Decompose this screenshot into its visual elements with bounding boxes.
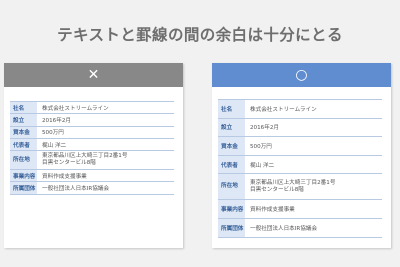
row-value: 一般社団法人日本IR協議会 xyxy=(37,181,174,195)
row-label: 代表者 xyxy=(218,155,245,175)
row-value: 梶山 洋二 xyxy=(245,155,382,175)
company-info-table-bad: 社名 株式会社ストリームライン 設立 2016年2月 資本金 500万円 代表者… xyxy=(10,100,174,195)
good-example-panel: ○ 社名 株式会社ストリームライン 設立 2016年2月 資本金 500万円 代… xyxy=(212,63,391,248)
table-row: 設立 2016年2月 xyxy=(218,118,382,138)
row-value: 資料作成支援事業 xyxy=(37,169,174,183)
row-value: 500万円 xyxy=(245,136,382,156)
table-row: 資本金 500万円 xyxy=(218,136,382,156)
row-label: 資本金 xyxy=(10,126,37,139)
table-row: 所属団体 一般社団法人日本IR協議会 xyxy=(218,218,382,238)
company-info-table-good: 社名 株式会社ストリームライン 設立 2016年2月 資本金 500万円 代表者… xyxy=(218,99,382,238)
table-row: 社名 株式会社ストリームライン xyxy=(10,100,174,115)
table-row: 所在地 東京都品川区上大崎三丁目2番1号 目黒センタービル8階 xyxy=(10,150,174,171)
row-value: 500万円 xyxy=(37,126,174,139)
row-label: 代表者 xyxy=(10,138,37,152)
address-line-2: 目黒センタービル8階 xyxy=(42,160,96,167)
row-label: 所属団体 xyxy=(10,181,37,195)
circle-icon: ○ xyxy=(212,63,391,87)
row-value: 株式会社ストリームライン xyxy=(245,99,382,119)
address-line-1: 東京都品川区上大崎三丁目2番1号 xyxy=(250,179,336,186)
row-label: 社名 xyxy=(10,100,37,115)
row-label: 所属団体 xyxy=(218,218,245,238)
row-value: 一般社団法人日本IR協議会 xyxy=(245,218,382,238)
table-row: 事業内容 資料作成支援事業 xyxy=(10,169,174,183)
row-value: 株式会社ストリームライン xyxy=(37,100,174,115)
row-label: 設立 xyxy=(218,118,245,138)
table-row: 社名 株式会社ストリームライン xyxy=(218,99,382,119)
row-value: 梶山 洋二 xyxy=(37,138,174,152)
row-value: 2016年2月 xyxy=(245,118,382,138)
table-row: 事業内容 資料作成支援事業 xyxy=(218,199,382,219)
table-row: 代表者 梶山 洋二 xyxy=(10,138,174,152)
row-value: 資料作成支援事業 xyxy=(245,199,382,219)
table-row: 所属団体 一般社団法人日本IR協議会 xyxy=(10,181,174,195)
row-label: 事業内容 xyxy=(218,199,245,219)
row-label: 所在地 xyxy=(218,173,245,201)
cross-icon: ✕ xyxy=(4,63,183,87)
row-label: 資本金 xyxy=(218,136,245,156)
bad-example-panel: ✕ 社名 株式会社ストリームライン 設立 2016年2月 資本金 500万円 代… xyxy=(4,63,183,248)
table-row: 資本金 500万円 xyxy=(10,126,174,139)
row-value: 東京都品川区上大崎三丁目2番1号 目黒センタービル8階 xyxy=(245,173,382,201)
row-value: 2016年2月 xyxy=(37,113,174,127)
row-value: 東京都品川区上大崎三丁目2番1号 目黒センタービル8階 xyxy=(37,150,174,171)
row-label: 社名 xyxy=(218,99,245,119)
row-label: 事業内容 xyxy=(10,169,37,183)
address-line-2: 目黒センタービル8階 xyxy=(250,186,304,193)
row-label: 設立 xyxy=(10,113,37,127)
page-title: テキストと罫線の間の余白は十分にとる xyxy=(57,26,343,44)
table-row: 設立 2016年2月 xyxy=(10,113,174,127)
table-row: 所在地 東京都品川区上大崎三丁目2番1号 目黒センタービル8階 xyxy=(218,173,382,201)
table-row: 代表者 梶山 洋二 xyxy=(218,155,382,175)
row-label: 所在地 xyxy=(10,150,37,171)
